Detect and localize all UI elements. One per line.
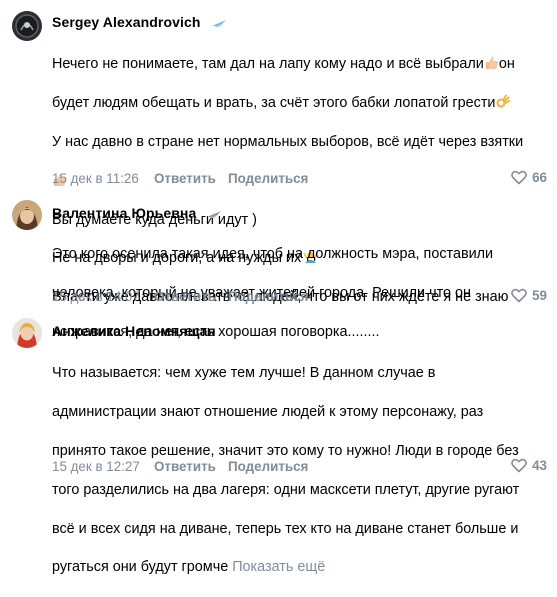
reply-button[interactable]: Ответить <box>154 459 228 474</box>
reply-button[interactable]: Ответить <box>154 289 228 304</box>
avatar[interactable] <box>12 200 42 230</box>
share-button[interactable]: Поделиться <box>228 171 308 186</box>
author-name[interactable]: Анжелика Непомнящая <box>52 323 216 339</box>
comment-author[interactable]: Анжелика Непомнящая <box>52 323 216 339</box>
share-button[interactable]: Поделиться <box>228 459 308 474</box>
comment-meta: 15 дек в 14:07 Ответить Поделиться <box>52 289 308 304</box>
avatar[interactable] <box>12 318 42 348</box>
comment-meta: 15 дек в 12:27 Ответить Поделиться <box>52 459 308 474</box>
show-more-link[interactable]: Показать ещё <box>232 559 325 575</box>
comment-date[interactable]: 15 дек в 14:07 <box>52 289 154 304</box>
heart-icon <box>511 458 527 473</box>
wing-badge-icon <box>206 206 222 222</box>
like-count: 43 <box>532 458 547 473</box>
like-count: 66 <box>532 170 547 185</box>
author-name[interactable]: Валентина Юрьевна <box>52 205 196 221</box>
comment-author[interactable]: Sergey Alexandrovich <box>52 14 227 31</box>
share-button[interactable]: Поделиться <box>228 289 308 304</box>
author-name[interactable]: Sergey Alexandrovich <box>52 14 201 30</box>
comment-meta: 15 дек в 11:26 Ответить Поделиться <box>52 171 308 186</box>
thumbs-up-emoji-icon <box>484 55 499 70</box>
comment-author[interactable]: Валентина Юрьевна <box>52 205 222 222</box>
like-button[interactable]: 66 <box>511 170 547 185</box>
avatar[interactable] <box>12 11 42 41</box>
like-button[interactable]: 59 <box>511 288 547 303</box>
ok-hand-emoji-icon <box>495 94 511 109</box>
heart-icon <box>511 170 527 185</box>
heart-icon <box>511 288 527 303</box>
wing-badge-icon <box>211 15 227 31</box>
comment-date[interactable]: 15 дек в 12:27 <box>52 459 154 474</box>
like-button[interactable]: 43 <box>511 458 547 473</box>
comment-date[interactable]: 15 дек в 11:26 <box>52 171 154 186</box>
reply-button[interactable]: Ответить <box>154 171 228 186</box>
like-count: 59 <box>532 288 547 303</box>
